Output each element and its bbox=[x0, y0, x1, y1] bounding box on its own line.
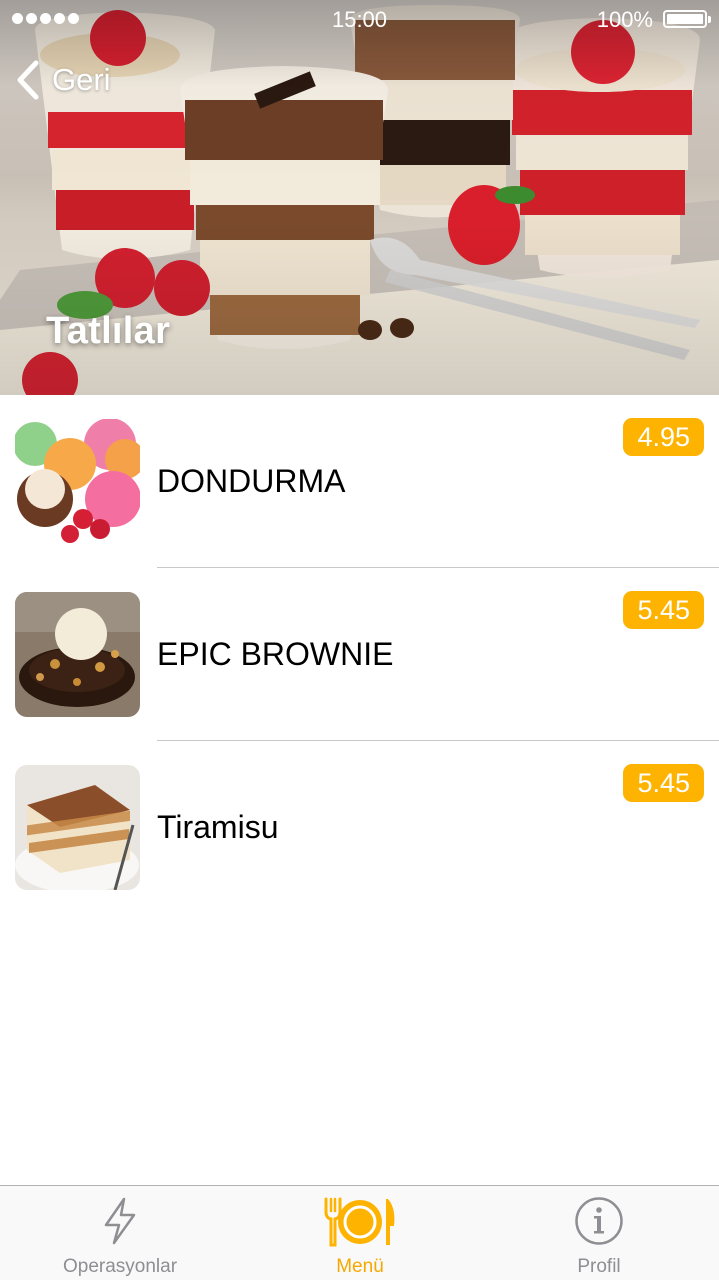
battery-icon bbox=[663, 10, 711, 28]
ice-cream-scoops-image bbox=[15, 419, 140, 544]
status-bar: 15:00 100% bbox=[0, 0, 719, 40]
tab-label: Profil bbox=[577, 1256, 621, 1277]
lightning-icon bbox=[104, 1197, 136, 1245]
tab-label: Menü bbox=[336, 1256, 384, 1277]
list-item[interactable]: DONDURMA 4.95 bbox=[0, 395, 719, 568]
tab-bar: Operasyonlar Menü Profil bbox=[0, 1185, 719, 1280]
brownie-with-ice-cream-image bbox=[15, 592, 140, 717]
tab-profil[interactable]: Profil bbox=[479, 1186, 719, 1281]
header-banner: 15:00 100% Geri Tatlılar bbox=[0, 0, 719, 395]
item-name: EPIC BROWNIE bbox=[157, 636, 394, 672]
item-name: DONDURMA bbox=[157, 463, 346, 499]
list-item[interactable]: EPIC BROWNIE 5.45 bbox=[0, 568, 719, 741]
menu-list: DONDURMA 4.95 EPIC BROWNIE 5.45 Tiramisu… bbox=[0, 395, 719, 914]
price-badge: 5.45 bbox=[623, 591, 704, 629]
tab-operasyonlar[interactable]: Operasyonlar bbox=[0, 1186, 240, 1281]
chevron-left-icon bbox=[17, 60, 39, 100]
back-button-label: Geri bbox=[52, 62, 111, 97]
plate-fork-knife-icon bbox=[324, 1197, 395, 1247]
price-badge: 5.45 bbox=[623, 764, 704, 802]
list-item[interactable]: Tiramisu 5.45 bbox=[0, 741, 719, 914]
tab-menu[interactable]: Menü bbox=[240, 1186, 480, 1281]
battery-percentage: 100% bbox=[596, 7, 653, 32]
price-badge: 4.95 bbox=[623, 418, 704, 456]
tiramisu-slice-image bbox=[15, 765, 140, 890]
page-title: Tatlılar bbox=[46, 310, 171, 352]
back-button[interactable]: Geri bbox=[14, 58, 111, 102]
info-icon bbox=[575, 1197, 623, 1245]
tab-label: Operasyonlar bbox=[62, 1256, 178, 1277]
item-name: Tiramisu bbox=[157, 809, 279, 845]
